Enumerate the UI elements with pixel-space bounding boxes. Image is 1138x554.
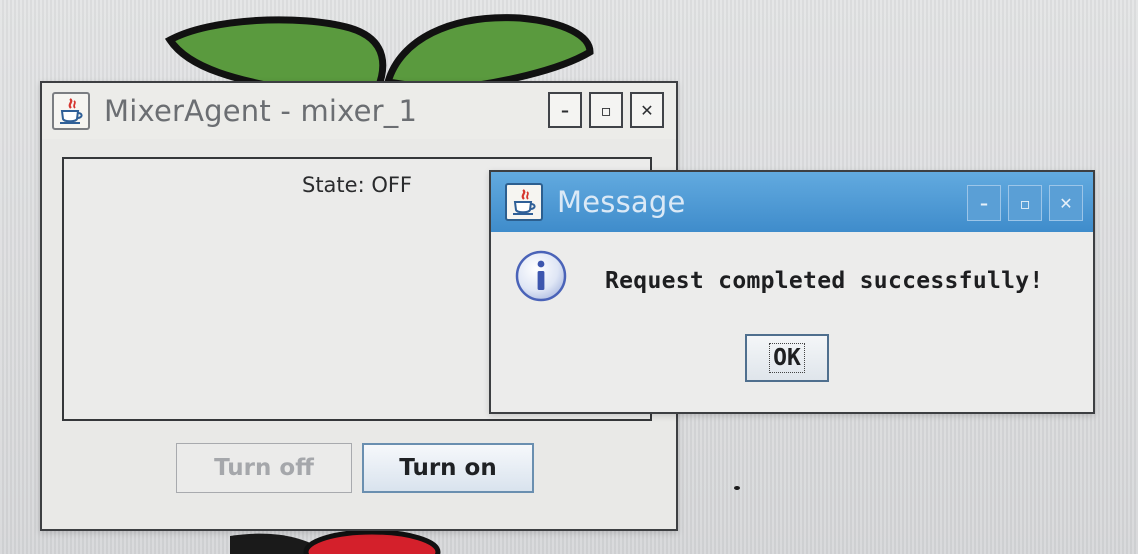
minimize-icon: – <box>561 100 569 120</box>
java-coffee-icon <box>52 92 90 130</box>
screen-speck <box>734 486 740 490</box>
main-window-controls: – ▫ ✕ <box>548 92 664 128</box>
message-dialog: Message – ▫ ✕ Request completed successf… <box>489 170 1095 414</box>
close-button[interactable]: ✕ <box>1049 185 1083 221</box>
turn-off-label: Turn off <box>214 455 314 481</box>
message-text: Request completed successfully! <box>605 268 1044 294</box>
info-icon <box>515 250 567 302</box>
turn-off-button[interactable]: Turn off <box>176 443 352 493</box>
state-label: State: OFF <box>301 173 413 197</box>
maximize-button[interactable]: ▫ <box>589 92 623 128</box>
ok-button[interactable]: OK <box>745 334 829 382</box>
minimize-icon: – <box>980 193 988 213</box>
turn-on-button[interactable]: Turn on <box>362 443 534 493</box>
minimize-button[interactable]: – <box>548 92 582 128</box>
minimize-button[interactable]: – <box>967 185 1001 221</box>
maximize-icon: ▫ <box>600 100 612 120</box>
close-button[interactable]: ✕ <box>630 92 664 128</box>
java-coffee-icon <box>505 183 543 221</box>
message-dialog-titlebar[interactable]: Message – ▫ ✕ <box>491 172 1093 232</box>
message-dialog-controls: – ▫ ✕ <box>967 185 1083 221</box>
maximize-button[interactable]: ▫ <box>1008 185 1042 221</box>
maximize-icon: ▫ <box>1019 193 1031 213</box>
close-icon: ✕ <box>640 100 654 120</box>
turn-on-label: Turn on <box>399 455 497 481</box>
main-window-title: MixerAgent - mixer_1 <box>104 94 418 128</box>
main-window-titlebar[interactable]: MixerAgent - mixer_1 – ▫ ✕ <box>42 83 676 139</box>
close-icon: ✕ <box>1059 193 1073 213</box>
ok-label: OK <box>769 343 805 373</box>
message-dialog-title: Message <box>557 185 686 219</box>
